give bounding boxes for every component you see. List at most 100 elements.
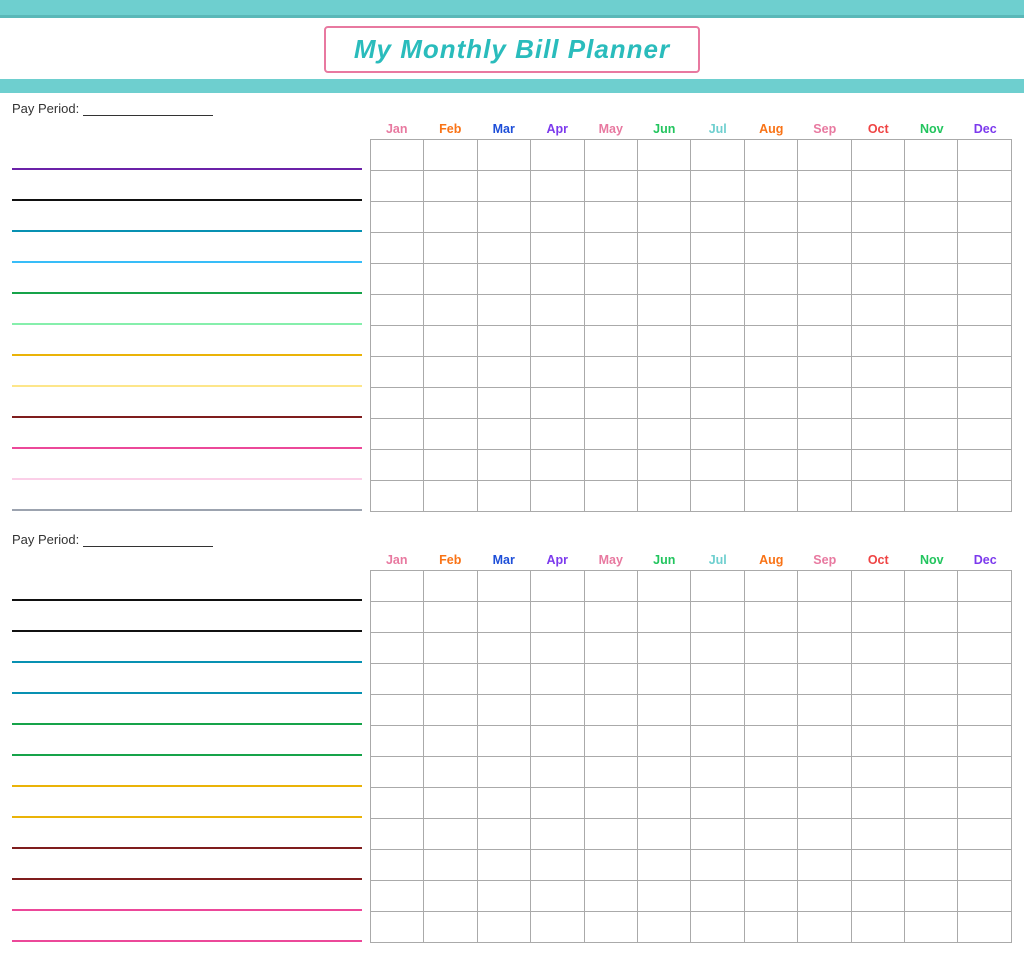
grid-cell[interactable] — [691, 602, 744, 633]
grid-cell[interactable] — [584, 912, 637, 943]
grid-cell[interactable] — [851, 202, 904, 233]
grid-cell[interactable] — [798, 388, 851, 419]
grid-cell[interactable] — [638, 912, 691, 943]
grid-cell[interactable] — [371, 171, 424, 202]
grid-cell[interactable] — [371, 233, 424, 264]
grid-cell[interactable] — [905, 388, 958, 419]
grid-cell[interactable] — [531, 695, 584, 726]
grid-cell[interactable] — [638, 664, 691, 695]
grid-cell[interactable] — [477, 264, 530, 295]
grid-cell[interactable] — [424, 233, 477, 264]
grid-cell[interactable] — [477, 357, 530, 388]
grid-cell[interactable] — [638, 233, 691, 264]
grid-cell[interactable] — [691, 202, 744, 233]
grid-cell[interactable] — [905, 357, 958, 388]
grid-cell[interactable] — [424, 695, 477, 726]
grid-cell[interactable] — [371, 419, 424, 450]
grid-cell[interactable] — [958, 602, 1012, 633]
grid-cell[interactable] — [958, 450, 1012, 481]
grid-cell[interactable] — [424, 326, 477, 357]
grid-cell[interactable] — [905, 664, 958, 695]
grid-cell[interactable] — [584, 295, 637, 326]
grid-cell[interactable] — [691, 140, 744, 171]
grid-cell[interactable] — [424, 481, 477, 512]
grid-cell[interactable] — [584, 695, 637, 726]
grid-cell[interactable] — [851, 171, 904, 202]
grid-cell[interactable] — [531, 450, 584, 481]
grid-cell[interactable] — [905, 819, 958, 850]
grid-cell[interactable] — [584, 664, 637, 695]
grid-cell[interactable] — [958, 912, 1012, 943]
grid-cell[interactable] — [531, 264, 584, 295]
grid-cell[interactable] — [477, 140, 530, 171]
grid-cell[interactable] — [371, 326, 424, 357]
grid-cell[interactable] — [905, 850, 958, 881]
grid-cell[interactable] — [531, 357, 584, 388]
grid-cell[interactable] — [905, 788, 958, 819]
grid-cell[interactable] — [691, 450, 744, 481]
grid-cell[interactable] — [691, 726, 744, 757]
grid-cell[interactable] — [798, 140, 851, 171]
grid-cell[interactable] — [851, 481, 904, 512]
grid-cell[interactable] — [851, 233, 904, 264]
grid-cell[interactable] — [477, 633, 530, 664]
grid-cell[interactable] — [638, 295, 691, 326]
grid-cell[interactable] — [584, 233, 637, 264]
grid-cell[interactable] — [477, 757, 530, 788]
grid-cell[interactable] — [691, 695, 744, 726]
grid-cell[interactable] — [905, 757, 958, 788]
grid-cell[interactable] — [584, 388, 637, 419]
grid-cell[interactable] — [905, 140, 958, 171]
grid-cell[interactable] — [958, 757, 1012, 788]
grid-cell[interactable] — [531, 912, 584, 943]
grid-cell[interactable] — [424, 264, 477, 295]
grid-cell[interactable] — [744, 140, 797, 171]
grid-cell[interactable] — [638, 481, 691, 512]
grid-cell[interactable] — [531, 602, 584, 633]
grid-cell[interactable] — [691, 357, 744, 388]
grid-cell[interactable] — [477, 295, 530, 326]
grid-cell[interactable] — [371, 664, 424, 695]
grid-cell[interactable] — [744, 481, 797, 512]
grid-cell[interactable] — [584, 326, 637, 357]
grid-cell[interactable] — [477, 819, 530, 850]
grid-cell[interactable] — [851, 140, 904, 171]
grid-cell[interactable] — [638, 726, 691, 757]
grid-cell[interactable] — [584, 357, 637, 388]
grid-cell[interactable] — [958, 481, 1012, 512]
grid-cell[interactable] — [691, 819, 744, 850]
grid-cell[interactable] — [584, 788, 637, 819]
grid-cell[interactable] — [851, 326, 904, 357]
grid-cell[interactable] — [798, 912, 851, 943]
grid-cell[interactable] — [477, 419, 530, 450]
grid-cell[interactable] — [584, 819, 637, 850]
grid-cell[interactable] — [424, 633, 477, 664]
grid-cell[interactable] — [905, 481, 958, 512]
grid-cell[interactable] — [744, 450, 797, 481]
grid-cell[interactable] — [958, 295, 1012, 326]
grid-cell[interactable] — [424, 295, 477, 326]
grid-cell[interactable] — [744, 357, 797, 388]
grid-cell[interactable] — [531, 171, 584, 202]
grid-cell[interactable] — [905, 233, 958, 264]
grid-cell[interactable] — [638, 202, 691, 233]
grid-cell[interactable] — [958, 695, 1012, 726]
grid-cell[interactable] — [371, 602, 424, 633]
grid-cell[interactable] — [744, 819, 797, 850]
grid-cell[interactable] — [691, 233, 744, 264]
grid-cell[interactable] — [531, 633, 584, 664]
grid-cell[interactable] — [691, 481, 744, 512]
grid-cell[interactable] — [744, 633, 797, 664]
grid-cell[interactable] — [371, 819, 424, 850]
grid-cell[interactable] — [691, 388, 744, 419]
grid-cell[interactable] — [424, 357, 477, 388]
grid-cell[interactable] — [371, 264, 424, 295]
grid-cell[interactable] — [638, 450, 691, 481]
grid-cell[interactable] — [744, 571, 797, 602]
grid-cell[interactable] — [744, 419, 797, 450]
grid-cell[interactable] — [691, 295, 744, 326]
grid-cell[interactable] — [691, 757, 744, 788]
grid-cell[interactable] — [691, 171, 744, 202]
grid-cell[interactable] — [584, 264, 637, 295]
grid-cell[interactable] — [691, 881, 744, 912]
